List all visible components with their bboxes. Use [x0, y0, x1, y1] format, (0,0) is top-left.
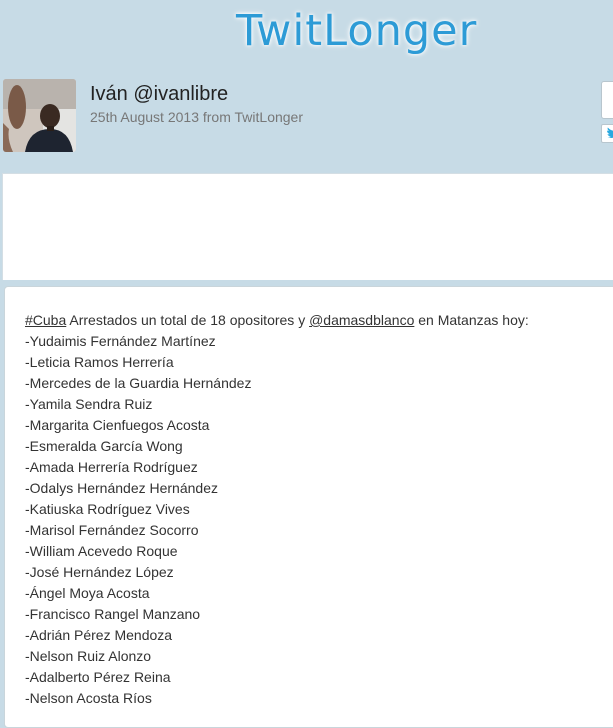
- twitter-bird-button[interactable]: [601, 124, 613, 143]
- list-item: -Odalys Hernández Hernández: [25, 480, 218, 496]
- intro-text-part-2: en Matanzas hoy:: [414, 312, 529, 328]
- list-item: -Adalberto Pérez Reina: [25, 669, 171, 685]
- post-body: #Cuba Arrestados un total de 18 opositor…: [25, 310, 529, 709]
- list-item: -José Hernández López: [25, 564, 174, 580]
- list-item: -Marisol Fernández Socorro: [25, 522, 199, 538]
- twitter-bird-icon: [605, 127, 613, 139]
- list-item: -Ángel Moya Acosta: [25, 585, 150, 601]
- list-item: -Mercedes de la Guardia Hernández: [25, 375, 252, 391]
- list-item: -Yudaimis Fernández Martínez: [25, 333, 216, 349]
- list-item: -Margarita Cienfuegos Acosta: [25, 417, 210, 433]
- mention-link[interactable]: @damasdblanco: [309, 312, 414, 328]
- list-item: -Yamila Sendra Ruiz: [25, 396, 153, 412]
- list-item: -Adrián Pérez Mendoza: [25, 627, 173, 643]
- list-item: -William Acevedo Roque: [25, 543, 178, 559]
- list-item: -Leticia Ramos Herrería: [25, 354, 174, 370]
- list-item: -Katiuska Rodríguez Vives: [25, 501, 190, 517]
- author-name-handle[interactable]: Iván @ivanlibre: [90, 83, 228, 106]
- list-item: -Francisco Rangel Manzano: [25, 606, 201, 622]
- author-avatar[interactable]: [3, 79, 76, 152]
- list-item: -Esmeralda García Wong: [25, 438, 183, 454]
- post-date-source: 25th August 2013 from TwitLonger: [90, 109, 303, 125]
- site-logo[interactable]: TwitLonger: [236, 6, 477, 56]
- list-item: -Nelson Ruiz Alonzo: [25, 648, 152, 664]
- side-action-box[interactable]: [601, 81, 613, 119]
- post-intro-line: #Cuba Arrestados un total de 18 opositor…: [25, 310, 529, 331]
- hashtag-link[interactable]: #Cuba: [25, 312, 66, 328]
- intro-text-part-1: Arrestados un total de 18 opositores y: [66, 312, 310, 328]
- avatar-photo: [3, 79, 76, 152]
- list-item: -Amada Herrería Rodríguez: [25, 459, 198, 475]
- list-item: -Nelson Acosta Ríos: [25, 690, 152, 706]
- blank-panel: [2, 173, 613, 280]
